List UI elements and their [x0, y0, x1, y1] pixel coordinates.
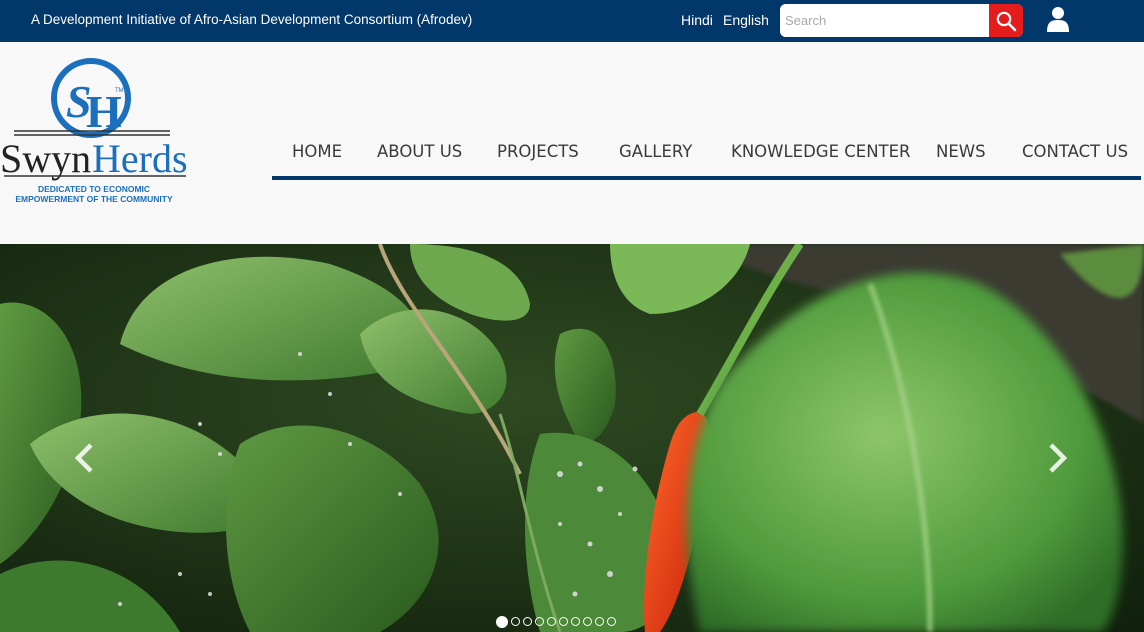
tagline: A Development Initiative of Afro-Asian D…: [31, 12, 473, 27]
search-input[interactable]: [780, 4, 984, 37]
search-button[interactable]: [989, 4, 1023, 37]
slider-dot[interactable]: [496, 616, 508, 628]
slider-dot[interactable]: [595, 617, 604, 626]
nav-news[interactable]: NEWS: [936, 142, 986, 161]
logo-caption: DEDICATED TO ECONOMIC EMPOWERMENT OF THE…: [0, 184, 188, 204]
nav-knowledge-center[interactable]: KNOWLEDGE CENTER: [731, 142, 911, 161]
top-bar: A Development Initiative of Afro-Asian D…: [0, 0, 1144, 42]
search-icon: [996, 11, 1017, 31]
language-hindi-link[interactable]: Hindi: [681, 12, 713, 28]
svg-text:TM: TM: [115, 88, 124, 94]
nav-home[interactable]: HOME: [292, 142, 342, 161]
search-box: [780, 4, 1023, 37]
slider-dot[interactable]: [535, 617, 544, 626]
caption-line-2: EMPOWERMENT OF THE COMMUNITY: [15, 194, 173, 204]
slider-pagination: [496, 616, 616, 629]
caption-line-1: DEDICATED TO ECONOMIC: [37, 184, 151, 194]
slider-dot[interactable]: [583, 617, 592, 626]
slider-dot[interactable]: [559, 617, 568, 626]
slider-dot[interactable]: [511, 617, 520, 626]
slider-dot[interactable]: [607, 617, 616, 626]
language-english-link[interactable]: English: [723, 12, 769, 28]
slider-dot[interactable]: [571, 617, 580, 626]
svg-text:Herds: Herds: [92, 136, 188, 181]
nav-about-us[interactable]: ABOUT US: [377, 142, 462, 161]
slide-photo: [0, 244, 1144, 632]
main-nav: HOME ABOUT US PROJECTS GALLERY KNOWLEDGE…: [272, 134, 1141, 180]
svg-text:Swyn: Swyn: [0, 136, 91, 181]
user-account-icon[interactable]: [1046, 6, 1070, 32]
swynherds-logo[interactable]: S H TM Swyn Herds: [0, 55, 200, 205]
slider-prev-icon[interactable]: [70, 440, 100, 476]
nav-gallery[interactable]: GALLERY: [619, 142, 692, 161]
slider-next-icon[interactable]: [1042, 440, 1072, 476]
slider-dot[interactable]: [547, 617, 556, 626]
slider-dot[interactable]: [523, 617, 532, 626]
nav-projects[interactable]: PROJECTS: [497, 142, 579, 161]
nav-contact-us[interactable]: CONTACT US: [1022, 142, 1128, 161]
hero-slider: [0, 244, 1144, 632]
